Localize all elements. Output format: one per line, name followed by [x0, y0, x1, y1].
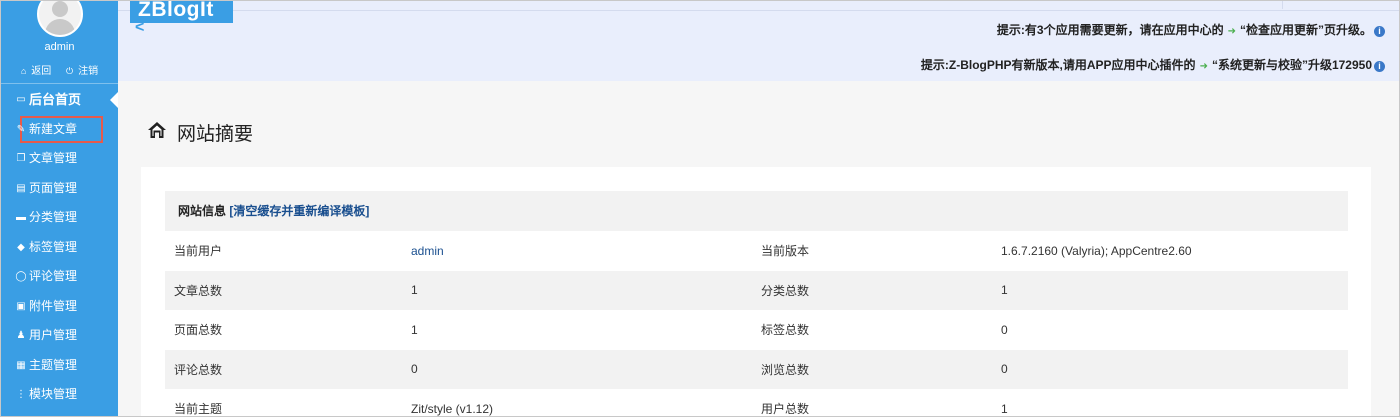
table-cell-key: 页面总数 [174, 323, 223, 338]
sidebar: admin ⌂ 返回 ⏻ 注销 ▭ 后台首页 ✎ 新建文章 ❐ 文章管理 ▤ 页面管理 ▬ 分… [1, 1, 118, 416]
sidebar-item-label: 分类管理 [29, 210, 78, 224]
avatar-head [52, 1, 68, 17]
table-cell-key: 当前用户 [174, 244, 223, 259]
site-info-title: 网站信息 [178, 204, 227, 218]
collapse-arrow-icon[interactable]: < [135, 19, 144, 37]
power-icon: ⏻ [66, 66, 74, 76]
tag-icon: ◆ [17, 241, 25, 253]
sidebar-menu: ▭ 后台首页 ✎ 新建文章 ❐ 文章管理 ▤ 页面管理 ▬ 分类管理 ◆ 标签管理 ◯ 评论管… [1, 85, 118, 410]
table-cell-value: 0 [1001, 322, 1008, 337]
logout-link[interactable]: ⏻ 注销 [63, 62, 101, 77]
site-info-header: 网站信息 [清空缓存并重新编译模板] [165, 191, 1348, 231]
sidebar-item-label: 主题管理 [29, 357, 78, 372]
sidebar-item-articles[interactable]: ❐ 文章管理 [1, 144, 118, 174]
notice-text: 提示:Z-BlogPHP有新版本,请用APP应用中心插件的 [920, 58, 1196, 72]
edit-icon: ✎ [16, 123, 26, 135]
info-icon: i [1374, 61, 1385, 72]
logo[interactable]: ZBlogIt [130, 1, 233, 23]
table-cell-value: Zit/style (v1.12) [411, 401, 494, 416]
app-window: admin ⌂ 返回 ⏻ 注销 ▭ 后台首页 ✎ 新建文章 ❐ 文章管理 ▤ 页面管理 ▬ 分… [0, 0, 1400, 417]
table-cell-key: 标签总数 [761, 323, 810, 338]
table-cell-key: 当前版本 [761, 244, 810, 259]
site-info-table: 当前用户 admin 当前版本 1.6.7.2160 (Valyria); Ap… [165, 231, 1348, 417]
module-icon: ⋮ [16, 389, 26, 400]
home-small-icon: ⌂ [20, 66, 27, 76]
sidebar-item-home[interactable]: ▭ 后台首页 [1, 85, 118, 115]
sidebar-item-modules[interactable]: ⋮ 模块管理 [1, 380, 118, 410]
username: admin [44, 41, 75, 53]
sidebar-item-label: 附件管理 [29, 298, 78, 313]
top-bar-line [118, 10, 1399, 11]
arrow-right-icon: ➜ [1227, 26, 1236, 37]
sidebar-item-label: 标签管理 [29, 239, 78, 254]
clear-cache-link[interactable]: [清空缓存并重新编译模板] [229, 204, 369, 218]
notice-link-check-updates[interactable]: “检查应用更新”页升级。 [1240, 23, 1372, 37]
sidebar-item-label: 页面管理 [29, 180, 78, 195]
logout-label: 注销 [78, 66, 99, 77]
sidebar-item-attachments[interactable]: ▣ 附件管理 [1, 292, 118, 322]
table-row: 页面总数 1 标签总数 0 [165, 310, 1348, 350]
info-icon: i [1374, 26, 1385, 37]
table-cell-key: 浏览总数 [752, 349, 992, 389]
table-cell-key: 分类总数 [752, 270, 992, 310]
table-cell-value: 1 [1001, 401, 1008, 416]
table-cell-value: 0 [402, 349, 752, 389]
arrow-right-icon: ➜ [1199, 61, 1208, 72]
sidebar-item-tags[interactable]: ◆ 标签管理 [1, 233, 118, 263]
sidebar-divider [1, 83, 118, 84]
sidebar-item-pages[interactable]: ▤ 页面管理 [1, 174, 118, 204]
sidebar-item-label: 后台首页 [29, 92, 82, 107]
sidebar-item-categories[interactable]: ▬ 分类管理 [1, 203, 118, 233]
sidebar-item-comments[interactable]: ◯ 评论管理 [1, 262, 118, 292]
table-cell-key: 评论总数 [165, 349, 402, 389]
table-cell-key: 文章总数 [165, 270, 402, 310]
notice-link-system-update[interactable]: “系统更新与校验”升级172950 [1212, 58, 1372, 72]
sidebar-item-label: 评论管理 [29, 269, 78, 283]
top-divider [1282, 1, 1283, 9]
document-icon: ❐ [16, 153, 26, 164]
page-title: 网站摘要 [149, 119, 253, 146]
user-actions: ⌂ 返回 ⏻ 注销 [1, 62, 118, 77]
sidebar-item-themes[interactable]: ▦ 主题管理 [1, 351, 118, 381]
sidebar-item-users[interactable]: ♟ 用户管理 [1, 321, 118, 351]
table-cell-value: 1.6.7.2160 (Valyria); AppCentre2.60 [1001, 243, 1192, 258]
back-link[interactable]: ⌂ 返回 [18, 62, 54, 77]
table-cell-key: 当前主题 [174, 402, 223, 417]
table-cell-key: 用户总数 [761, 402, 810, 417]
update-notice-system: 提示:Z-BlogPHP有新版本,请用APP应用中心插件的 ➜ “系统更新与校验”升… [921, 56, 1385, 73]
table-cell-value: 1 [402, 270, 752, 310]
back-label: 返回 [31, 66, 52, 77]
table-row: 当前主题 Zit/style (v1.12) 用户总数 1 [165, 389, 1348, 417]
sidebar-item-label: 用户管理 [29, 328, 78, 342]
avatar-body [45, 19, 75, 35]
avatar[interactable] [37, 1, 83, 37]
sidebar-item-label: 模块管理 [29, 387, 78, 401]
theme-icon: ▦ [16, 359, 26, 371]
current-user-link[interactable]: admin [411, 244, 444, 258]
update-notice-apps: 提示:有3个应用需要更新，请在应用中心的 ➜ “检查应用更新”页升级。 i [997, 21, 1385, 38]
table-row: 文章总数 1 分类总数 1 [165, 270, 1348, 310]
sidebar-item-label: 新建文章 [29, 121, 78, 136]
notice-text: 提示:有3个应用需要更新，请在应用中心的 [996, 23, 1224, 37]
table-cell-value: 0 [992, 349, 1348, 389]
sidebar-item-label: 文章管理 [29, 151, 78, 165]
sidebar-item-new-article[interactable]: ✎ 新建文章 [17, 115, 104, 145]
table-row: 评论总数 0 浏览总数 0 [165, 349, 1348, 389]
table-row: 当前用户 admin 当前版本 1.6.7.2160 (Valyria); Ap… [165, 231, 1348, 271]
table-cell-value: 1 [411, 322, 418, 337]
table-cell-value: 1 [992, 270, 1348, 310]
user-icon: ♟ [16, 330, 26, 341]
page-title-text: 网站摘要 [177, 123, 254, 145]
window-icon: ▭ [16, 94, 26, 105]
table-cell-value: admin [402, 231, 752, 271]
attachment-icon: ▣ [16, 300, 26, 312]
page-icon: ▤ [16, 182, 26, 194]
comment-icon: ◯ [15, 271, 27, 282]
folder-icon: ▬ [16, 212, 26, 223]
